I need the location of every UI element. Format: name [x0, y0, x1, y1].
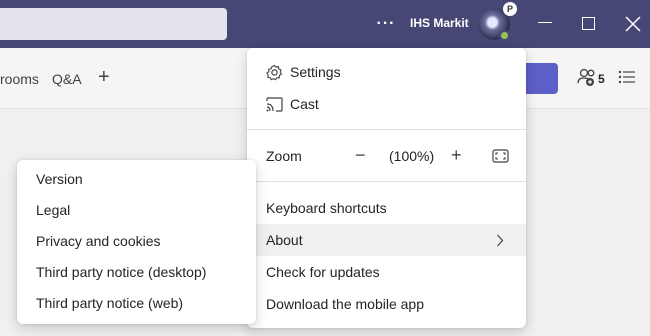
presence-status-icon: [499, 30, 510, 41]
chevron-right-icon: [497, 234, 504, 247]
submenu-item-label: Third party notice (web): [36, 295, 184, 311]
zoom-out-button[interactable]: −: [355, 145, 366, 166]
submenu-item-third-party-desktop[interactable]: Third party notice (desktop): [17, 258, 256, 288]
maximize-button[interactable]: [582, 17, 595, 30]
tab-rooms[interactable]: rooms: [0, 71, 39, 87]
menu-item-cast[interactable]: Cast: [247, 88, 526, 120]
menu-item-label: Settings: [290, 64, 341, 80]
menu-item-keyboard-shortcuts[interactable]: Keyboard shortcuts: [247, 192, 526, 224]
submenu-item-label: Version: [36, 171, 83, 187]
more-options-button[interactable]: ···: [376, 12, 396, 36]
participants-icon[interactable]: [577, 68, 611, 88]
zoom-value: (100%): [389, 148, 435, 164]
zoom-row: Zoom − (100%) +: [247, 140, 526, 172]
more-options-menu: Settings Cast Zoom − (100%) + Keyboard s…: [247, 48, 526, 328]
submenu-item-label: Legal: [36, 202, 71, 218]
submenu-item-legal[interactable]: Legal: [17, 196, 256, 226]
menu-item-check-updates[interactable]: Check for updates: [247, 256, 526, 288]
submenu-item-third-party-web[interactable]: Third party notice (web): [17, 289, 256, 319]
add-tab-button[interactable]: +: [98, 66, 110, 89]
tab-qa[interactable]: Q&A: [52, 71, 82, 87]
menu-item-label: About: [266, 232, 303, 248]
minimize-button[interactable]: [538, 22, 552, 23]
menu-item-download-mobile-app[interactable]: Download the mobile app: [247, 288, 526, 320]
menu-divider: [247, 181, 526, 182]
menu-item-about[interactable]: About: [247, 224, 526, 256]
menu-divider: [247, 129, 526, 130]
cast-icon: [266, 97, 283, 112]
search-input[interactable]: [0, 8, 227, 40]
fullscreen-icon[interactable]: [492, 149, 509, 163]
menu-item-label: Cast: [290, 96, 319, 112]
menu-item-settings[interactable]: Settings: [247, 56, 526, 88]
zoom-label: Zoom: [266, 148, 302, 164]
title-bar: ··· IHS Markit P: [0, 0, 650, 48]
zoom-in-button[interactable]: +: [451, 145, 462, 166]
submenu-item-version[interactable]: Version: [17, 165, 256, 195]
menu-item-label: Download the mobile app: [266, 296, 424, 312]
preview-badge: P: [503, 2, 517, 16]
organization-name[interactable]: IHS Markit: [410, 16, 469, 30]
submenu-item-label: Third party notice (desktop): [36, 264, 207, 280]
list-icon[interactable]: [618, 69, 636, 85]
submenu-item-label: Privacy and cookies: [36, 233, 161, 249]
participants-count: 5: [598, 72, 605, 86]
about-submenu: Version Legal Privacy and cookies Third …: [17, 160, 256, 324]
submenu-item-privacy[interactable]: Privacy and cookies: [17, 227, 256, 257]
gear-icon: [266, 64, 283, 81]
menu-item-label: Keyboard shortcuts: [266, 200, 387, 216]
close-icon[interactable]: [624, 15, 642, 33]
menu-item-label: Check for updates: [266, 264, 380, 280]
